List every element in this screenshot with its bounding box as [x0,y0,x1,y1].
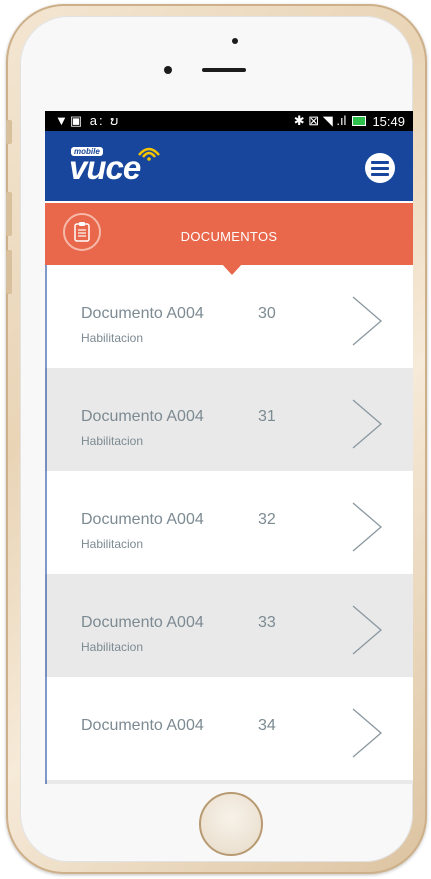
menu-button[interactable] [365,153,395,183]
document-number: 32 [258,511,276,528]
battery-icon [352,116,367,126]
document-number: 34 [258,717,276,734]
status-left-icons: ▼▣ a: ບ [55,113,121,128]
list-left-edge [45,265,47,784]
app-bar: vuce mobile [45,131,413,201]
list-item-partial [45,780,413,784]
document-row[interactable]: Documento A004 33 Habilitacion [45,574,413,677]
document-type: Habilitacion [81,331,144,345]
volume-down-button [6,250,12,294]
logo-small-text: mobile [71,147,103,156]
status-right: ✱ ⊠ ◥ .ıl 15:49 [294,113,405,129]
document-number: 33 [258,614,276,631]
document-number: 31 [258,408,276,425]
menu-bar [371,160,389,164]
proximity-sensor [232,38,238,44]
document-type: Habilitacion [81,434,144,448]
status-right-icons: ✱ ⊠ ◥ .ıl [293,113,347,128]
section-header: DOCUMENTOS [45,203,413,265]
document-row[interactable]: Documento A004 34 [45,677,413,780]
document-name: Documento A004 [81,717,204,734]
document-type: Habilitacion [81,640,144,654]
document-name: Documento A004 [81,614,204,631]
document-name: Documento A004 [81,511,204,528]
home-button[interactable] [199,792,263,856]
document-row[interactable]: Documento A004 32 Habilitacion [45,471,413,574]
document-row[interactable]: Documento A004 31 Habilitacion [45,368,413,471]
document-row[interactable]: Documento A004 30 Habilitacion [45,265,413,368]
earpiece-speaker [202,68,246,72]
front-camera [164,66,172,74]
document-list: Documento A004 30 Habilitacion Documento A0… [45,265,413,784]
chevron-right-icon[interactable] [351,604,383,656]
section-title: DOCUMENTOS [180,229,278,244]
menu-bar [371,166,389,170]
chevron-right-icon[interactable] [351,295,383,347]
document-name: Documento A004 [81,305,204,322]
chevron-right-icon[interactable] [351,398,383,450]
document-name: Documento A004 [81,408,204,425]
status-time: 15:49 [372,113,405,129]
chevron-right-icon[interactable] [351,707,383,759]
menu-bar [371,172,389,176]
status-bar: ▼▣ a: ບ ✱ ⊠ ◥ .ıl 15:49 [45,111,413,131]
volume-up-button [6,192,12,236]
chevron-right-icon[interactable] [351,501,383,553]
mute-switch [6,120,12,144]
section-pointer [221,263,243,275]
vuce-logo: vuce mobile [69,143,169,189]
wifi-logo-icon [138,147,160,161]
app-screen: ▼▣ a: ບ ✱ ⊠ ◥ .ıl 15:49 vuce mobile DOCU… [45,111,413,784]
document-type: Habilitacion [81,537,144,551]
document-number: 30 [258,305,276,322]
